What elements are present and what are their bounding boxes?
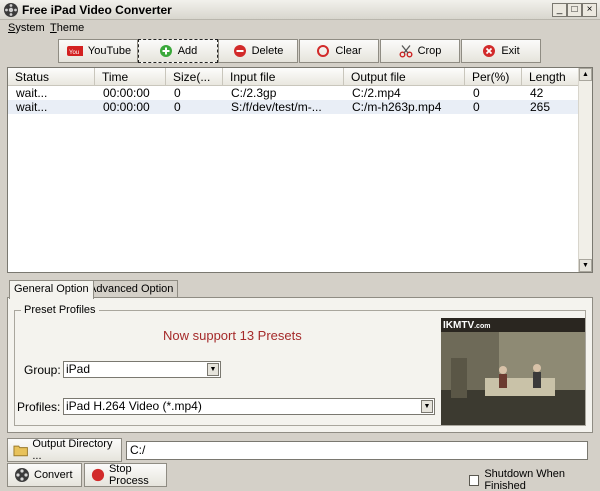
column-time[interactable]: Time xyxy=(95,68,166,86)
cell-output-file: C:/2.mp4 xyxy=(352,86,401,100)
menu-system-label: ystem xyxy=(15,22,45,34)
menu-bar: System Theme xyxy=(0,20,600,37)
table-row[interactable]: wait... 00:00:00 0 S:/f/dev/test/m-... C… xyxy=(8,100,579,114)
profiles-select-value: iPad H.264 Video (*.mp4) xyxy=(66,399,202,413)
output-directory-field[interactable]: C:/ xyxy=(126,441,588,460)
column-status[interactable]: Status xyxy=(8,68,95,86)
column-length[interactable]: Length xyxy=(522,68,579,86)
cell-time: 00:00:00 xyxy=(103,100,150,114)
cell-percent: 0 xyxy=(473,86,480,100)
group-select[interactable]: iPad ▼ xyxy=(63,361,221,378)
chevron-down-icon[interactable]: ▼ xyxy=(421,400,433,413)
window-title: Free iPad Video Converter xyxy=(22,3,172,17)
column-output-file[interactable]: Output file xyxy=(344,68,465,86)
preview-image: IKMTV.com xyxy=(441,318,585,425)
menu-theme-mnemonic: T xyxy=(50,22,57,34)
menu-system[interactable]: System xyxy=(8,22,45,34)
convert-button[interactable]: Convert xyxy=(7,463,82,487)
file-list-header: Status Time Size(... Input file Output f… xyxy=(8,68,579,86)
group-label: Group: xyxy=(24,363,61,377)
youtube-icon: You xyxy=(66,46,83,56)
maximize-button[interactable]: □ xyxy=(567,3,582,17)
youtube-label: YouTube xyxy=(87,45,132,57)
stop-icon xyxy=(91,468,105,482)
scroll-down-icon[interactable]: ▼ xyxy=(579,259,592,272)
cell-size: 0 xyxy=(174,86,181,100)
cell-length: 42 xyxy=(530,86,544,100)
add-icon xyxy=(159,45,172,57)
exit-icon xyxy=(483,45,496,57)
scroll-up-icon[interactable]: ▲ xyxy=(579,68,592,81)
support-text: Now support 13 Presets xyxy=(163,328,302,343)
profiles-select[interactable]: iPad H.264 Video (*.mp4) ▼ xyxy=(63,398,435,415)
shutdown-label: Shutdown When Finished xyxy=(484,468,566,491)
delete-label: Delete xyxy=(251,45,284,57)
svg-text:You: You xyxy=(69,50,79,56)
stop-process-button[interactable]: Stop Process xyxy=(84,463,167,487)
minimize-button[interactable]: _ xyxy=(552,3,567,17)
crop-label: Crop xyxy=(417,45,442,57)
cell-output-file: C:/m-h263p.mp4 xyxy=(352,100,442,114)
table-row[interactable]: wait... 00:00:00 0 C:/2.3gp C:/2.mp4 0 4… xyxy=(8,86,579,100)
tab-advanced-option[interactable]: Advanced Option xyxy=(84,280,179,298)
preview-brand-name: IKMTV xyxy=(443,320,475,331)
clear-label: Clear xyxy=(335,45,362,57)
clear-icon xyxy=(317,45,330,57)
output-directory-button[interactable]: Output Directory ... xyxy=(7,438,122,462)
delete-icon xyxy=(233,45,246,57)
cell-time: 00:00:00 xyxy=(103,86,150,100)
add-label: Add xyxy=(177,45,198,57)
column-size[interactable]: Size(... xyxy=(166,68,223,86)
menu-theme-label: heme xyxy=(56,22,85,34)
preview-scene xyxy=(441,318,585,425)
title-bar: Free iPad Video Converter _ □ × xyxy=(0,0,600,20)
vertical-scrollbar[interactable]: ▲ ▼ xyxy=(578,68,592,272)
folder-icon xyxy=(13,445,28,457)
column-percent[interactable]: Per(%) xyxy=(465,68,522,86)
cell-length: 265 xyxy=(530,100,551,114)
cell-status: wait... xyxy=(16,100,48,114)
cell-percent: 0 xyxy=(473,100,480,114)
add-button[interactable]: Add xyxy=(138,39,218,63)
output-directory-label: Output Directory ... xyxy=(32,438,113,462)
general-option-panel: Preset Profiles Now support 13 Presets G… xyxy=(7,297,593,433)
crop-scissors-icon xyxy=(399,45,413,58)
crop-button[interactable]: Crop xyxy=(380,39,460,63)
chevron-down-icon[interactable]: ▼ xyxy=(207,363,219,376)
preset-profiles-title: Preset Profiles xyxy=(21,304,99,316)
cell-size: 0 xyxy=(174,100,181,114)
clear-button[interactable]: Clear xyxy=(299,39,379,63)
convert-label: Convert xyxy=(34,469,73,481)
column-input-file[interactable]: Input file xyxy=(223,68,344,86)
exit-button[interactable]: Exit xyxy=(461,39,541,63)
menu-theme[interactable]: Theme xyxy=(50,22,84,34)
preview-brand-suffix: .com xyxy=(474,323,491,330)
exit-label: Exit xyxy=(501,45,520,57)
shutdown-checkbox[interactable] xyxy=(469,474,480,486)
preview-brand: IKMTV.com xyxy=(443,320,490,331)
shutdown-when-finished[interactable]: Shutdown When Finished xyxy=(469,468,600,491)
stop-process-label: Stop Process xyxy=(108,463,149,487)
profiles-label: Profiles: xyxy=(17,400,61,414)
film-reel-icon xyxy=(15,468,29,482)
group-select-value: iPad xyxy=(66,362,91,376)
cell-input-file: C:/2.3gp xyxy=(231,86,277,100)
delete-button[interactable]: Delete xyxy=(218,39,298,63)
preset-profiles-group: Preset Profiles Now support 13 Presets G… xyxy=(14,304,586,426)
app-film-icon xyxy=(4,3,18,17)
cell-input-file: S:/f/dev/test/m-... xyxy=(231,100,322,114)
youtube-button[interactable]: You YouTube xyxy=(58,39,138,63)
close-button[interactable]: × xyxy=(582,3,597,17)
cell-status: wait... xyxy=(16,86,48,100)
file-list[interactable]: Status Time Size(... Input file Output f… xyxy=(7,67,593,273)
tab-general-option[interactable]: General Option xyxy=(9,280,94,299)
